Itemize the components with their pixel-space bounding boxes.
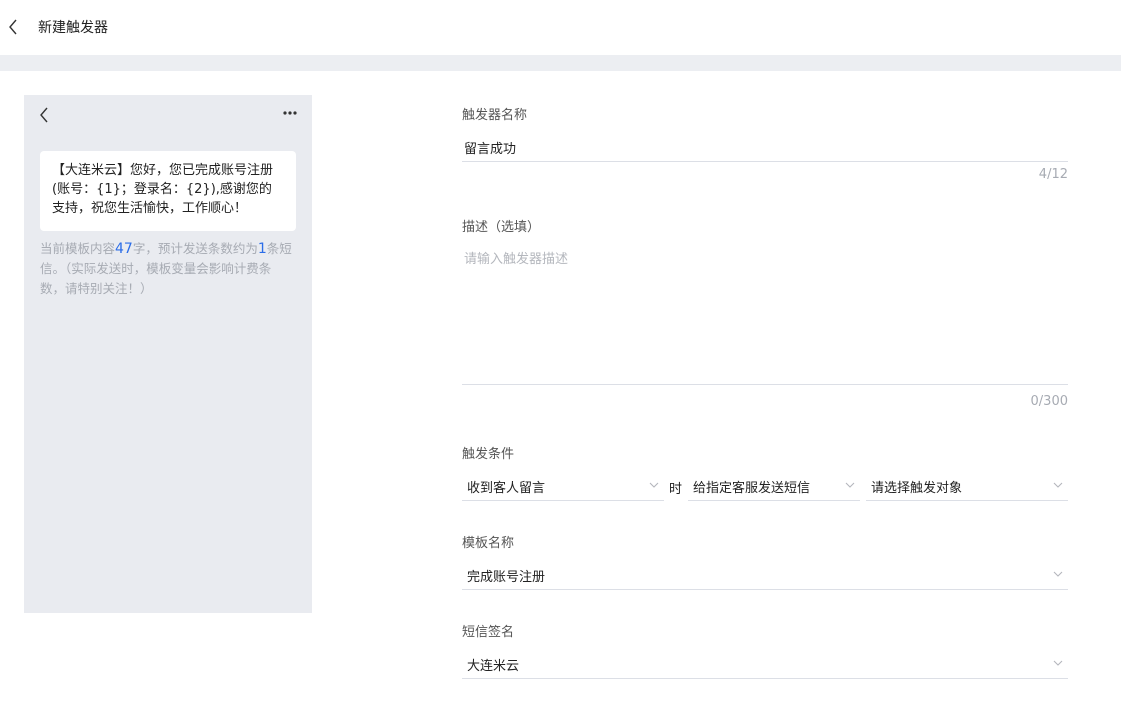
chevron-down-icon <box>1053 482 1063 488</box>
name-counter: 4/12 <box>1038 167 1068 182</box>
more-dots-icon[interactable] <box>280 103 300 123</box>
condition-event-select[interactable]: 收到客人留言 <box>462 471 664 501</box>
char-count: 47 <box>115 241 133 257</box>
sms-preview-panel: 【大连米云】您好，您已完成账号注册(账号：{1}；登录名：{2}),感谢您的支持… <box>24 95 312 613</box>
template-select[interactable]: 完成账号注册 <box>462 560 1068 590</box>
sms-count: 1 <box>257 241 267 257</box>
signature-value: 大连米云 <box>467 659 520 674</box>
tip-mid: 字，预计发送条数约为 <box>132 241 258 256</box>
template-value: 完成账号注册 <box>467 570 546 585</box>
chevron-left-icon[interactable] <box>36 105 52 125</box>
chevron-down-icon <box>1053 660 1063 666</box>
signature-label: 短信签名 <box>462 625 515 640</box>
page-title: 新建触发器 <box>38 20 108 36</box>
back-icon[interactable] <box>4 17 24 37</box>
tip-prefix: 当前模板内容 <box>40 241 116 256</box>
condition-target-placeholder: 请选择触发对象 <box>871 481 963 496</box>
trigger-form: 触发器名称 4/12 描述（选填） 0/300 触发条件 收到客人留言 时 给指… <box>462 0 1068 713</box>
chevron-down-icon <box>649 482 659 488</box>
description-textarea[interactable] <box>462 246 1068 385</box>
chevron-down-icon <box>845 482 855 488</box>
chevron-down-icon <box>1053 571 1063 577</box>
trigger-name-input[interactable] <box>462 134 1068 162</box>
description-counter: 0/300 <box>1030 394 1068 409</box>
condition-target-select[interactable]: 请选择触发对象 <box>866 471 1068 501</box>
preview-tip: 当前模板内容47字，预计发送条数约为1条短信。（实际发送时，模板变量会影响计费条… <box>40 239 296 299</box>
description-label: 描述（选填） <box>462 220 541 235</box>
message-text: 【大连米云】您好，您已完成账号注册(账号：{1}；登录名：{2}),感谢您的支持… <box>52 163 274 216</box>
condition-action-value: 给指定客服发送短信 <box>693 481 811 496</box>
name-label: 触发器名称 <box>462 108 528 123</box>
condition-label: 触发条件 <box>462 447 515 462</box>
signature-select[interactable]: 大连米云 <box>462 649 1068 679</box>
condition-time-word: 时 <box>669 482 683 497</box>
condition-event-value: 收到客人留言 <box>467 481 546 496</box>
condition-action-select[interactable]: 给指定客服发送短信 <box>688 471 860 501</box>
template-label: 模板名称 <box>462 536 515 551</box>
message-bubble: 【大连米云】您好，您已完成账号注册(账号：{1}；登录名：{2}),感谢您的支持… <box>40 151 296 231</box>
